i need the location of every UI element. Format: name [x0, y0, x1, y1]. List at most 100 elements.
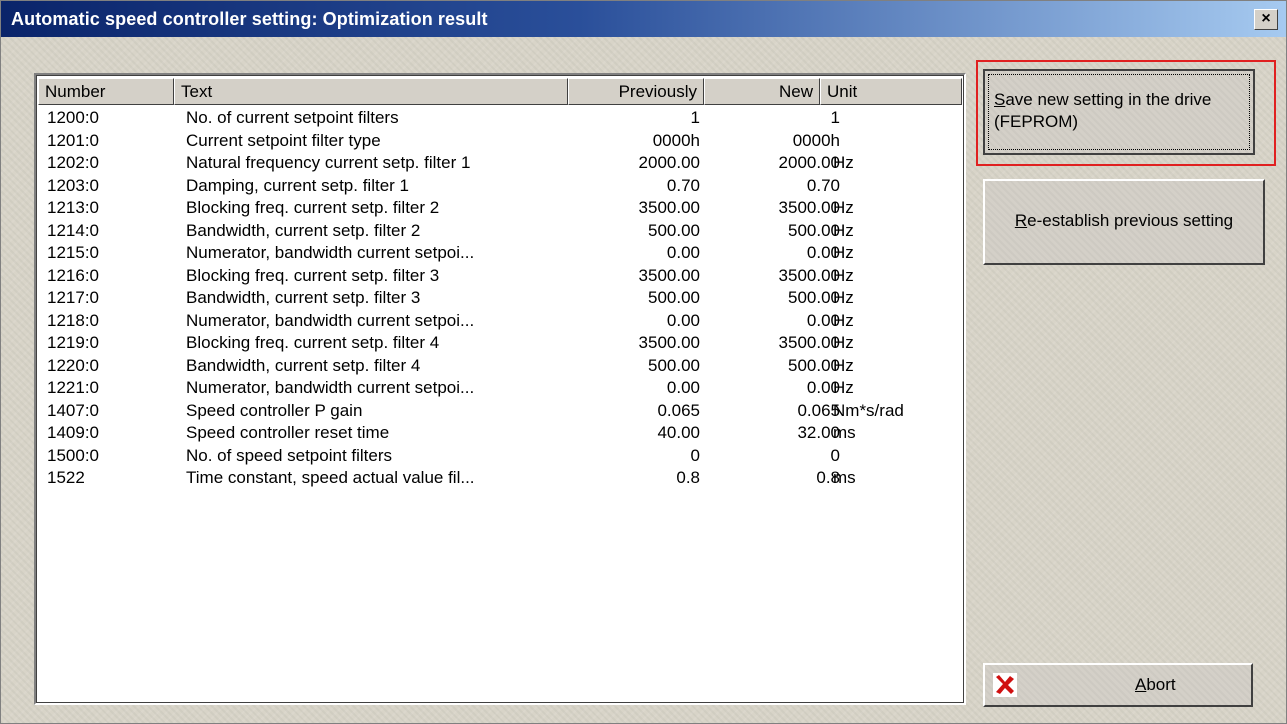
cell-new: 0	[830, 445, 840, 465]
cell-number: 1200:0	[47, 108, 99, 127]
cell-unit: Hz	[833, 288, 854, 307]
cell-previously: 500.00	[648, 288, 700, 307]
cell-new: 0.70	[806, 175, 840, 195]
cell-previously: 3500.00	[638, 333, 700, 352]
table-row[interactable]: 1215:0 Numerator, bandwidth current setpo…	[36, 242, 936, 264]
cell-number: 1203:0	[47, 175, 99, 195]
cell-unit: Hz	[833, 220, 854, 240]
close-button[interactable]: ×	[1254, 9, 1278, 30]
column-header-previously[interactable]: Previously	[568, 78, 704, 105]
cell-previously: 3500.00	[638, 265, 700, 285]
save-label-line1: ave new setting in the drive	[1005, 90, 1212, 109]
table-row[interactable]: 1202:0 Natural frequency current setp. fi…	[36, 152, 936, 174]
column-header-unit[interactable]: Unit	[820, 78, 962, 105]
cell-new: 0.065	[797, 400, 840, 420]
cell-new: 0.00	[806, 378, 840, 397]
cell-unit: Hz	[833, 153, 854, 172]
cell-unit: Nm*s/rad	[833, 400, 904, 420]
table-row[interactable]: 1409:0 Speed controller reset time 40.00 32…	[36, 422, 936, 444]
abort-label-rest: bort	[1146, 675, 1176, 694]
table-row[interactable]: 1218:0 Numerator, bandwidth current setpo…	[36, 310, 936, 332]
cell-previously: 0.70	[666, 175, 700, 195]
cell-new: 500.00	[788, 355, 840, 375]
cell-previously: 2000.00	[638, 153, 700, 172]
cell-text: Bandwidth, current setp. filter 4	[186, 355, 421, 375]
cell-text: Blocking freq. current setp. filter 3	[186, 265, 440, 285]
cell-text: Damping, current setp. filter 1	[186, 175, 409, 195]
save-button-label: Save new setting in the drive (FEPROM)	[988, 74, 1250, 150]
cell-previously: 0.00	[666, 243, 700, 262]
cell-unit: ms	[833, 468, 856, 487]
cell-number: 1218:0	[47, 310, 99, 330]
cell-number: 1217:0	[47, 288, 99, 307]
table-row[interactable]: 1500:0 No. of speed setpoint filters 0 0	[36, 445, 936, 467]
cell-text: Current setpoint filter type	[186, 130, 381, 150]
save-to-drive-button[interactable]: Save new setting in the drive (FEPROM)	[983, 69, 1255, 155]
table-row[interactable]: 1220:0 Bandwidth, current setp. filter 4 5…	[36, 355, 936, 377]
table-row[interactable]: 1213:0 Blocking freq. current setp. filte…	[36, 197, 936, 219]
cell-unit: Hz	[833, 310, 854, 330]
red-x-icon	[993, 673, 1017, 697]
column-header-text[interactable]: Text	[174, 78, 568, 105]
cell-unit: Hz	[833, 355, 854, 375]
cell-text: Numerator, bandwidth current setpoi...	[186, 310, 475, 330]
cell-new: 2000.00	[778, 153, 840, 172]
cell-new: 3500.00	[778, 198, 840, 217]
cell-number: 1216:0	[47, 265, 99, 285]
cell-number: 1407:0	[47, 400, 99, 420]
cell-text: No. of speed setpoint filters	[186, 445, 393, 465]
reestablish-previous-button[interactable]: Re-establish previous setting	[983, 179, 1265, 265]
cell-number: 1221:0	[47, 378, 99, 397]
cell-number: 1215:0	[47, 243, 99, 262]
cell-number: 1213:0	[47, 198, 99, 217]
cell-new: 0000h	[792, 130, 840, 150]
cell-number: 1214:0	[47, 220, 99, 240]
reestablish-label: e-establish previous setting	[1027, 211, 1234, 230]
cell-number: 1219:0	[47, 333, 99, 352]
cell-previously: 40.00	[657, 423, 700, 442]
table-row[interactable]: 1200:0 No. of current setpoint filters 1 1	[36, 107, 936, 129]
table-row[interactable]: 1214:0 Bandwidth, current setp. filter 2 5…	[36, 220, 936, 242]
cell-unit: Hz	[833, 198, 854, 217]
cell-unit: Hz	[833, 265, 854, 285]
abort-button[interactable]: Abort	[983, 663, 1253, 707]
cell-text: No. of current setpoint filters	[186, 108, 399, 127]
cell-unit: Hz	[833, 333, 854, 352]
reestablish-accelerator: R	[1014, 211, 1028, 230]
cell-previously: 0000h	[652, 130, 700, 150]
cell-number: 1500:0	[47, 445, 99, 465]
cell-text: Numerator, bandwidth current setpoi...	[186, 378, 475, 397]
cell-new: 0.8	[816, 468, 840, 487]
dialog-window: Automatic speed controller setting: Opti…	[0, 0, 1287, 724]
title-bar[interactable]: Automatic speed controller setting: Opti…	[1, 1, 1286, 37]
optimization-result-list[interactable]: Number Text Previously New Unit 1200:0 No…	[34, 73, 966, 705]
cell-unit: ms	[833, 423, 856, 442]
cell-text: Blocking freq. current setp. filter 2	[186, 198, 440, 217]
table-row[interactable]: 1217:0 Bandwidth, current setp. filter 3 5…	[36, 287, 936, 309]
cell-number: 1201:0	[47, 130, 99, 150]
cell-text: Speed controller reset time	[186, 423, 390, 442]
cell-text: Time constant, speed actual value fil...	[186, 468, 475, 487]
cell-previously: 1	[690, 108, 700, 127]
table-row[interactable]: 1221:0 Numerator, bandwidth current setpo…	[36, 377, 936, 399]
cell-previously: 0.00	[666, 378, 700, 397]
table-row[interactable]: 1216:0 Blocking freq. current setp. filte…	[36, 265, 936, 287]
column-header-number[interactable]: Number	[38, 78, 174, 105]
table-row[interactable]: 1219:0 Blocking freq. current setp. filte…	[36, 332, 936, 354]
cell-previously: 0.065	[657, 400, 700, 420]
column-header-new[interactable]: New	[704, 78, 820, 105]
cell-number: 1202:0	[47, 153, 99, 172]
cell-previously: 500.00	[648, 355, 700, 375]
table-row[interactable]: 1201:0 Current setpoint filter type 0000h 0…	[36, 130, 936, 152]
cell-text: Bandwidth, current setp. filter 2	[186, 220, 421, 240]
cell-new: 1	[830, 108, 840, 127]
cell-number: 1409:0	[47, 423, 99, 442]
table-row[interactable]: 1407:0 Speed controller P gain 0.065 0.065 N…	[36, 400, 936, 422]
cell-text: Natural frequency current setp. filter 1	[186, 153, 471, 172]
cell-new: 0.00	[806, 243, 840, 262]
cell-previously: 3500.00	[638, 198, 700, 217]
cell-previously: 0	[690, 445, 700, 465]
table-row[interactable]: 1522 Time constant, speed actual value fi…	[36, 467, 936, 489]
table-row[interactable]: 1203:0 Damping, current setp. filter 1 0.7…	[36, 175, 936, 197]
cell-number: 1220:0	[47, 355, 99, 375]
